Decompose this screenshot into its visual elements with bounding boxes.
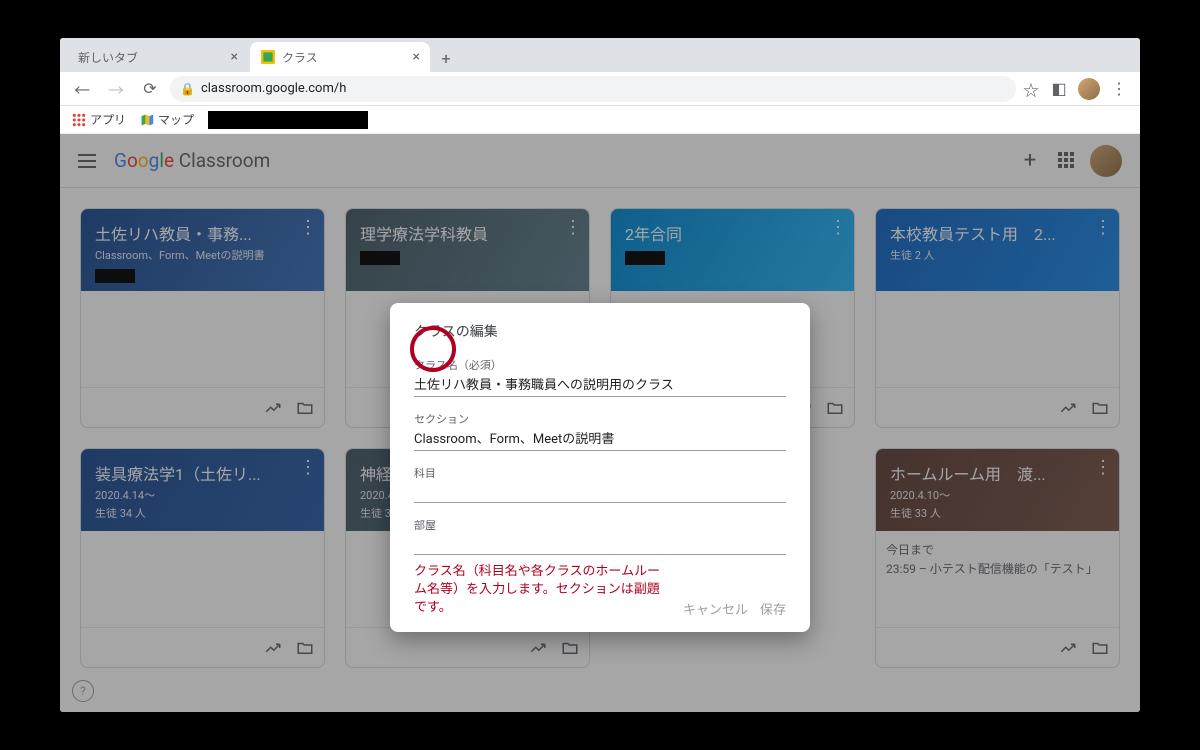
classroom-favicon-icon xyxy=(260,49,276,65)
back-button[interactable]: ← xyxy=(68,75,96,103)
bookmarks-bar: アプリ マップ xyxy=(60,106,1140,134)
room-field[interactable]: 部屋 xyxy=(414,517,786,555)
tab-title: 新しいタブ xyxy=(78,49,138,66)
extension-icon[interactable]: ◧ xyxy=(1050,80,1068,98)
tab-title: クラス xyxy=(282,49,318,66)
browser-tab-active[interactable]: クラス × xyxy=(250,42,430,72)
browser-window: 新しいタブ × クラス × + ← → ⟳ 🔒 classroom.google… xyxy=(60,38,1140,712)
star-icon[interactable]: ☆ xyxy=(1022,80,1040,98)
field-label: クラス名（必須） xyxy=(414,357,786,373)
apps-icon xyxy=(72,113,86,127)
maps-bookmark[interactable]: マップ xyxy=(140,111,194,128)
tab-strip: 新しいタブ × クラス × + xyxy=(60,38,1140,72)
classname-input[interactable]: 土佐リハ教員・事務職員への説明用のクラス xyxy=(414,374,786,393)
browser-tab[interactable]: 新しいタブ × xyxy=(68,42,248,72)
apps-bookmark[interactable]: アプリ xyxy=(72,111,126,128)
forward-button[interactable]: → xyxy=(102,75,130,103)
bookmark-label: マップ xyxy=(158,111,194,128)
classname-field[interactable]: クラス名（必須） 土佐リハ教員・事務職員への説明用のクラス xyxy=(414,357,786,397)
room-input[interactable] xyxy=(414,534,786,551)
reload-button[interactable]: ⟳ xyxy=(136,75,164,103)
subject-input[interactable] xyxy=(414,482,786,499)
save-button[interactable]: 保存 xyxy=(760,599,786,618)
field-label: 科目 xyxy=(414,465,786,481)
bookmark-label: アプリ xyxy=(90,111,126,128)
toolbar: ← → ⟳ 🔒 classroom.google.com/h ☆ ◧ ⋮ xyxy=(60,72,1140,106)
lock-icon: 🔒 xyxy=(180,82,195,96)
section-field[interactable]: セクション Classroom、Form、Meetの説明書 xyxy=(414,411,786,451)
new-tab-button[interactable]: + xyxy=(432,44,460,72)
edit-class-dialog: クラスの編集 クラス名（必須） 土佐リハ教員・事務職員への説明用のクラス セクシ… xyxy=(390,303,810,632)
maps-icon xyxy=(140,113,154,127)
kebab-icon[interactable]: ⋮ xyxy=(1110,80,1128,98)
instruction-annotation: クラス名（科目名や各クラスのホームルーム名等）を入力します。セクションは副題です… xyxy=(414,563,671,618)
close-icon[interactable]: × xyxy=(413,49,420,65)
dialog-title: クラスの編集 xyxy=(414,321,786,341)
close-icon[interactable]: × xyxy=(231,49,238,65)
section-input[interactable]: Classroom、Form、Meetの説明書 xyxy=(414,428,786,447)
subject-field[interactable]: 科目 xyxy=(414,465,786,503)
url-text: classroom.google.com/h xyxy=(201,81,346,96)
cancel-button[interactable]: キャンセル xyxy=(683,599,748,618)
address-bar[interactable]: 🔒 classroom.google.com/h xyxy=(170,76,1016,102)
field-label: セクション xyxy=(414,411,786,427)
profile-avatar[interactable] xyxy=(1078,78,1100,100)
field-label: 部屋 xyxy=(414,517,786,533)
redacted-bookmark xyxy=(208,111,368,129)
